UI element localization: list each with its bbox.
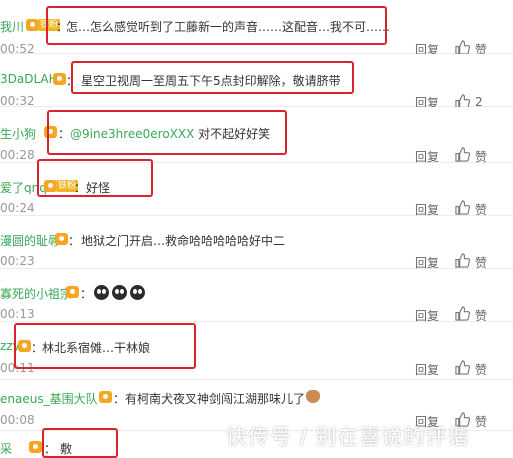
like-label: 赞 xyxy=(475,415,488,429)
comment-row: 寡死的小祖宗 ： 00:13 回复 赞 xyxy=(0,269,513,323)
comment-username[interactable]: 漫圆的耻辱 xyxy=(0,232,60,249)
comment-username[interactable]: 我川 xyxy=(0,18,24,35)
fan-badge-icon xyxy=(29,440,43,454)
comment-colon: ： xyxy=(113,392,126,406)
comment-colon: ： xyxy=(68,234,81,248)
crying-face-icon xyxy=(112,285,127,300)
comment-text: 地狱之门开启…救命哈哈哈哈哈好中二 xyxy=(81,234,286,248)
fan-badge-icon xyxy=(55,232,69,246)
comment-colon: ： xyxy=(80,287,93,301)
highlight-box xyxy=(42,428,118,458)
comment-username[interactable]: enaeus_基围大队 xyxy=(0,390,98,407)
thumbs-up-icon xyxy=(455,147,470,162)
highlight-box xyxy=(14,323,196,369)
highlight-box xyxy=(46,6,387,45)
watermark: 快传号 / 别在喜说的评谐 xyxy=(226,425,470,449)
comment-time: 00:28 xyxy=(0,148,35,162)
crying-face-icon xyxy=(94,285,109,300)
comment-username[interactable]: 生小狗 xyxy=(0,125,36,142)
crying-face-icon xyxy=(130,285,145,300)
comment-time: 00:13 xyxy=(0,307,35,321)
comment-username[interactable]: 寡死的小祖宗 xyxy=(0,285,72,302)
like-label: 赞 xyxy=(475,363,488,377)
highlight-box xyxy=(71,61,354,94)
thumbs-up-icon xyxy=(455,306,470,321)
thumbs-up-icon xyxy=(455,40,470,55)
comment-username[interactable]: 采 xyxy=(0,440,12,457)
thumbs-up-icon xyxy=(455,253,470,268)
comment-time: 00:08 xyxy=(0,413,35,427)
fan-badge-icon xyxy=(53,72,67,86)
thumbs-up-icon xyxy=(455,360,470,375)
fan-badge-icon xyxy=(99,390,113,404)
comment-text: 有柯南犬夜叉神剑闯江湖那味儿了 xyxy=(125,392,306,406)
highlight-box xyxy=(47,110,287,155)
highlight-box xyxy=(37,159,153,197)
comment-username[interactable]: 3DaDLAH xyxy=(0,72,58,86)
thumbs-up-icon xyxy=(455,200,470,215)
comment-time: 00:32 xyxy=(0,94,35,108)
fan-badge-icon xyxy=(66,285,80,299)
comment-time: 00:23 xyxy=(0,254,35,268)
comment-row: 漫圆的耻辱 铁粉 ： 地狱之门开启…救命哈哈哈哈哈好中二 00:23 回复 赞 xyxy=(0,216,513,270)
reply-button[interactable]: 回复 xyxy=(415,361,439,378)
cat-emoji-icon xyxy=(306,390,320,403)
comment-time: 00:24 xyxy=(0,201,35,215)
